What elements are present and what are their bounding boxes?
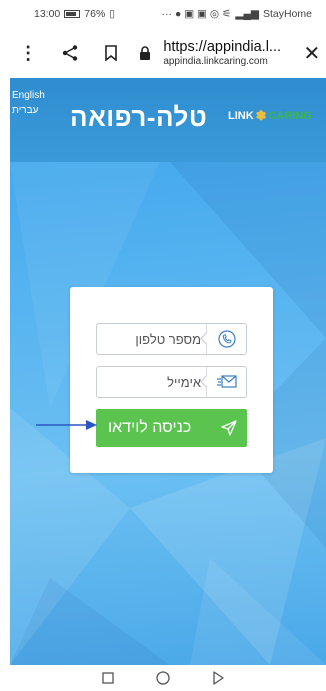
addon-chevron bbox=[200, 332, 213, 345]
lock-icon bbox=[131, 38, 159, 68]
bookmark-icon[interactable] bbox=[97, 38, 125, 68]
login-card: כניסה לוידאו bbox=[70, 287, 273, 473]
sim-icon: ▯ bbox=[109, 8, 116, 20]
enter-video-button[interactable]: כניסה לוידאו bbox=[96, 409, 247, 447]
language-english-link[interactable]: English bbox=[12, 90, 45, 101]
enter-video-label: כניסה לוידאו bbox=[108, 419, 192, 436]
addon-chevron bbox=[200, 375, 213, 388]
status-right-text: StayHome bbox=[262, 8, 312, 20]
back-button[interactable] bbox=[206, 667, 230, 689]
envelope-icon bbox=[216, 375, 237, 388]
recents-icon bbox=[102, 672, 114, 684]
browser-toolbar: ⋮ https://appindia.l... appindia.linkcar… bbox=[0, 28, 326, 78]
status-bar: 13:00 76% ▯ ··· ● ▣ ▣ ◎ ⚟ ▂▄▆ StayHome bbox=[0, 0, 326, 28]
back-icon bbox=[213, 671, 224, 685]
status-left: 13:00 76% ▯ bbox=[34, 8, 115, 20]
logo-text-link: LINK bbox=[228, 110, 254, 122]
status-right: ··· ● ▣ ▣ ◎ ⚟ ▂▄▆ StayHome bbox=[162, 8, 312, 20]
logo-people-icon: ✽ bbox=[255, 108, 267, 123]
battery-level: 76% bbox=[84, 8, 106, 20]
notification-icons: ··· ● ▣ ▣ ◎ ⚟ bbox=[161, 8, 232, 20]
page-header: English עברית טלה-רפואה LINK ✽ CARING bbox=[10, 78, 326, 162]
more-options-icon[interactable]: ⋮ bbox=[14, 38, 42, 68]
signal-icon: ▂▄▆ bbox=[235, 8, 259, 20]
close-icon[interactable]: ✕ bbox=[298, 38, 326, 68]
page-title: טלה-רפואה bbox=[70, 102, 208, 132]
phone-field bbox=[96, 323, 247, 355]
system-nav-bar bbox=[0, 665, 326, 691]
brand-logo: LINK ✽ CARING bbox=[228, 108, 312, 124]
battery-icon bbox=[64, 10, 81, 18]
address-bar[interactable]: https://appindia.l... appindia.linkcarin… bbox=[163, 39, 291, 67]
share-icon[interactable] bbox=[56, 38, 84, 68]
home-button[interactable] bbox=[151, 667, 175, 689]
home-icon bbox=[156, 671, 170, 685]
send-icon bbox=[221, 420, 237, 436]
logo-text-caring: CARING bbox=[268, 110, 312, 122]
language-hebrew-link[interactable]: עברית bbox=[12, 105, 38, 116]
status-time: 13:00 bbox=[34, 8, 61, 20]
phone-input[interactable] bbox=[101, 326, 201, 352]
url-text: https://appindia.l... bbox=[163, 39, 281, 55]
phone-addon bbox=[200, 324, 246, 354]
email-input[interactable] bbox=[101, 369, 201, 395]
email-field bbox=[96, 366, 247, 398]
page-content: English עברית טלה-רפואה LINK ✽ CARING מס… bbox=[10, 78, 326, 665]
email-addon bbox=[200, 367, 246, 397]
phone-icon bbox=[217, 330, 236, 348]
recents-button[interactable] bbox=[96, 667, 120, 689]
url-domain: appindia.linkcaring.com bbox=[163, 56, 268, 67]
annotation-arrow bbox=[36, 420, 97, 430]
